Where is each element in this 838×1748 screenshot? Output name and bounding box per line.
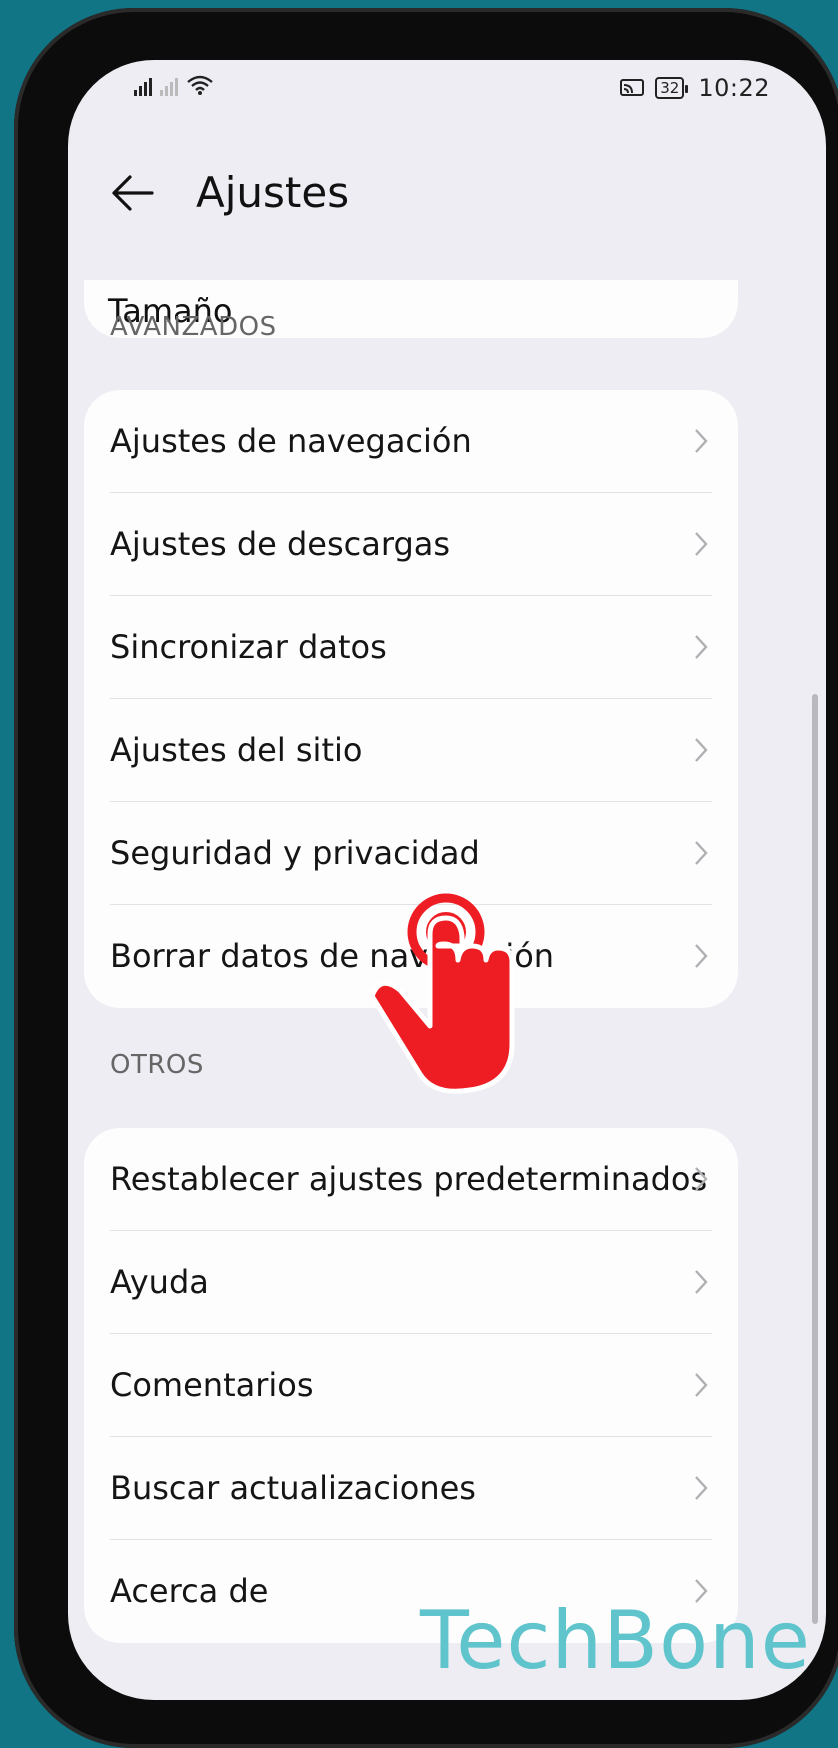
- row-label: Comentarios: [110, 1366, 314, 1404]
- row-label: Ajustes de descargas: [110, 525, 451, 563]
- row-label: Ajustes de navegación: [110, 422, 472, 460]
- tap-hand-icon: [369, 893, 515, 1094]
- scrollbar[interactable]: [812, 694, 818, 1624]
- settings-row[interactable]: Restablecer ajustes predeterminados: [84, 1128, 738, 1231]
- signal-icon: [134, 76, 152, 96]
- settings-row[interactable]: Ajustes del sitio: [84, 699, 738, 802]
- screen: 32 10:22 Tamaño Ajustes AVANZADOS Ajuste…: [68, 60, 826, 1700]
- chevron-right-icon: [695, 1373, 708, 1397]
- row-label: Restablecer ajustes predeterminados: [110, 1160, 708, 1198]
- back-arrow-icon[interactable]: [110, 170, 156, 216]
- signal-2-icon: [160, 76, 178, 96]
- status-time: 10:22: [698, 74, 770, 102]
- chevron-right-icon: [695, 841, 708, 865]
- watermark: TechBone: [420, 1594, 811, 1687]
- page-title: Ajustes: [196, 168, 350, 217]
- status-bar: 32 10:22: [68, 60, 826, 130]
- cast-icon: [620, 79, 645, 96]
- app-bar: Ajustes: [68, 150, 826, 240]
- chevron-right-icon: [695, 738, 708, 762]
- settings-card-otros: Restablecer ajustes predeterminados Ayud…: [84, 1128, 738, 1643]
- settings-row[interactable]: Ajustes de navegación: [84, 390, 738, 493]
- settings-row[interactable]: Ajustes de descargas: [84, 493, 738, 596]
- row-label: Acerca de: [110, 1572, 269, 1610]
- chevron-right-icon: [695, 944, 708, 968]
- row-label: Ajustes del sitio: [110, 731, 363, 769]
- chevron-right-icon: [695, 1270, 708, 1294]
- section-label-avanzados: AVANZADOS: [110, 312, 277, 342]
- section-label-otros: OTROS: [110, 1050, 204, 1080]
- settings-row[interactable]: Buscar actualizaciones: [84, 1437, 738, 1540]
- phone-frame: 32 10:22 Tamaño Ajustes AVANZADOS Ajuste…: [14, 8, 838, 1748]
- wifi-icon: [187, 75, 213, 95]
- chevron-right-icon: [695, 1167, 708, 1191]
- settings-row[interactable]: Ayuda: [84, 1231, 738, 1334]
- chevron-right-icon: [695, 532, 708, 556]
- settings-row[interactable]: Sincronizar datos: [84, 596, 738, 699]
- chevron-right-icon: [695, 429, 708, 453]
- row-label: Buscar actualizaciones: [110, 1469, 476, 1507]
- chevron-right-icon: [695, 1476, 708, 1500]
- settings-row[interactable]: Comentarios: [84, 1334, 738, 1437]
- chevron-right-icon: [695, 635, 708, 659]
- row-label: Sincronizar datos: [110, 628, 387, 666]
- row-label: Ayuda: [110, 1263, 209, 1301]
- battery-icon: 32: [655, 77, 689, 99]
